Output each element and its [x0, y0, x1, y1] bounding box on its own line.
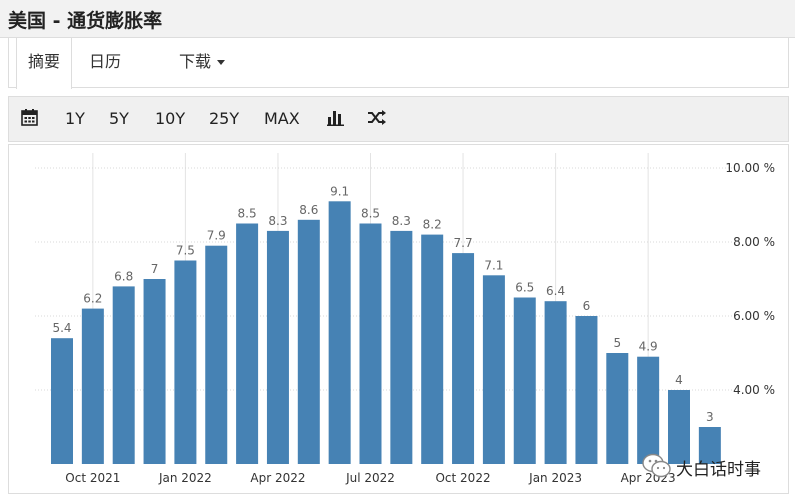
x-tick-label: Jan 2023: [528, 471, 582, 485]
chart-toolbar: 1Y 5Y 10Y 25Y MAX: [8, 96, 789, 142]
bar: [205, 245, 228, 464]
x-tick-label: Jan 2022: [158, 471, 212, 485]
bar-value-label: 6.2: [83, 292, 102, 306]
bar: [112, 286, 135, 464]
chevron-down-icon: [217, 60, 225, 65]
shuffle-icon[interactable]: [367, 109, 387, 130]
x-tick-label: Oct 2022: [435, 471, 490, 485]
range-5y-button[interactable]: 5Y: [109, 97, 129, 141]
range-10y-button[interactable]: 10Y: [155, 97, 185, 141]
y-tick-label: 6.00 %: [733, 309, 775, 323]
tab-summary[interactable]: 摘要: [16, 38, 72, 89]
bar-value-label: 6.4: [546, 284, 565, 298]
chart-frame: 5.4 6.2 6.8 7 7.5 7.9 8.5 8.3 8.6 9.1 8.5 8.3 8.2 7.7…: [8, 144, 789, 494]
y-tick-label: 4.00 %: [733, 383, 775, 397]
bar: [637, 356, 660, 464]
tab-bar: 摘要 日历 下载: [8, 38, 789, 89]
bar-value-label: 4: [675, 373, 683, 387]
y-tick-label: 8.00 %: [733, 235, 775, 249]
tab-summary-label: 摘要: [27, 52, 60, 71]
bar: [421, 234, 444, 464]
bar: [266, 230, 289, 464]
bar: [81, 308, 104, 464]
wechat-icon: [642, 453, 671, 478]
x-tick-label: Apr 2022: [250, 471, 305, 485]
bar-chart-icon[interactable]: [327, 109, 344, 130]
bar: [544, 301, 567, 464]
bar-value-label: 9.1: [330, 184, 349, 198]
bar-value-label: 6: [583, 299, 591, 313]
x-tick-label: Jul 2022: [345, 471, 395, 485]
bar-value-label: 8.2: [423, 218, 442, 232]
bar: [236, 223, 259, 464]
bar: [575, 316, 598, 464]
y-tick-label: 10.00 %: [725, 161, 775, 175]
title-bar: 美国 - 通货膨胀率: [0, 0, 795, 38]
bar: [513, 297, 536, 464]
inflation-bar-chart: 5.4 6.2 6.8 7 7.5 7.9 8.5 8.3 8.6 9.1 8.5 8.3 8.2 7.7…: [35, 153, 775, 485]
bar-value-label: 5.4: [52, 321, 71, 335]
watermark-text: 大白话时事: [676, 460, 761, 480]
bar-value-label: 7.5: [176, 244, 195, 258]
bar: [359, 223, 382, 464]
bar-value-label: 6.5: [515, 281, 534, 295]
tab-download[interactable]: 下载: [169, 38, 235, 87]
bar-value-label: 8.5: [238, 207, 257, 221]
x-tick-label: Oct 2021: [65, 471, 120, 485]
bar-value-label: 8.3: [268, 214, 287, 228]
bar-value-label: 5: [613, 336, 621, 350]
bar: [51, 338, 73, 464]
range-25y-button[interactable]: 25Y: [209, 97, 239, 141]
bar-value-label: 7: [151, 262, 159, 276]
bar: [174, 260, 197, 464]
calendar-icon[interactable]: [21, 109, 38, 130]
bar-value-label: 3: [706, 410, 714, 424]
tab-download-label: 下载: [178, 52, 211, 71]
tab-calendar[interactable]: 日历: [79, 38, 131, 87]
range-1y-button[interactable]: 1Y: [65, 97, 85, 141]
bar: [452, 253, 475, 464]
bar: [297, 219, 320, 464]
bar: [606, 353, 629, 464]
page-title: 美国 - 通货膨胀率: [8, 10, 163, 32]
bar: [143, 279, 166, 464]
bar-value-label: 7.7: [454, 236, 473, 250]
bar-value-label: 4.9: [639, 340, 658, 354]
bar-value-label: 7.9: [207, 229, 226, 243]
bar-value-label: 8.3: [392, 214, 411, 228]
bar-value-label: 8.6: [299, 203, 318, 217]
bar: [328, 201, 351, 465]
range-max-button[interactable]: MAX: [264, 97, 300, 141]
bar-value-label: 8.5: [361, 207, 380, 221]
tab-calendar-label: 日历: [88, 52, 121, 71]
bar: [390, 230, 413, 464]
bar: [482, 275, 505, 464]
bar-value-label: 6.8: [114, 269, 133, 283]
bar-value-label: 7.1: [484, 258, 503, 272]
